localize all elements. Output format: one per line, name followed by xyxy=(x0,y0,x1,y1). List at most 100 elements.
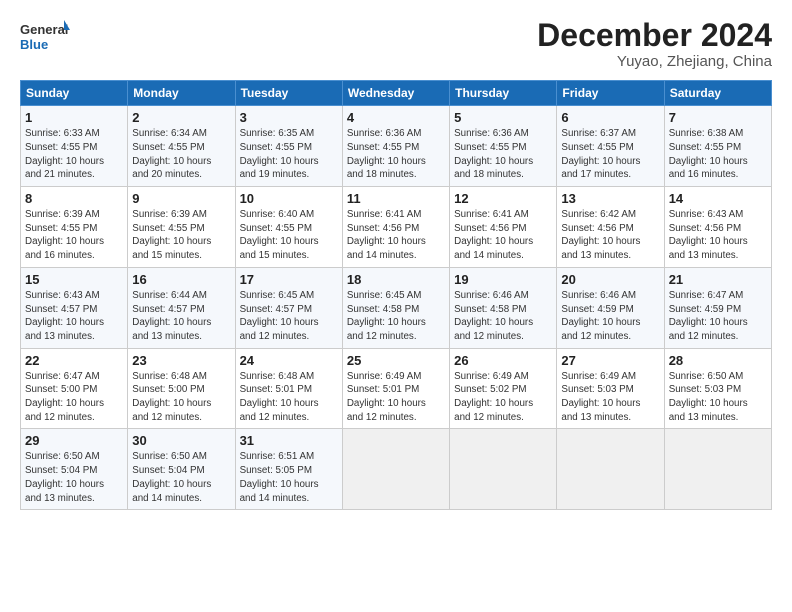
day-info: Sunrise: 6:49 AMSunset: 5:03 PMDaylight:… xyxy=(561,371,640,423)
day-info: Sunrise: 6:38 AMSunset: 4:55 PMDaylight:… xyxy=(669,128,748,180)
header-row: Sunday Monday Tuesday Wednesday Thursday… xyxy=(21,81,772,106)
day-info: Sunrise: 6:44 AMSunset: 4:57 PMDaylight:… xyxy=(132,290,211,342)
col-wednesday: Wednesday xyxy=(342,81,449,106)
day-info: Sunrise: 6:50 AMSunset: 5:04 PMDaylight:… xyxy=(25,451,104,503)
day-number: 26 xyxy=(454,353,552,368)
day-cell: 14 Sunrise: 6:43 AMSunset: 4:56 PMDayligh… xyxy=(664,187,771,268)
day-number: 11 xyxy=(347,191,445,206)
col-tuesday: Tuesday xyxy=(235,81,342,106)
day-info: Sunrise: 6:36 AMSunset: 4:55 PMDaylight:… xyxy=(347,128,426,180)
week-row: 1 Sunrise: 6:33 AMSunset: 4:55 PMDaylight… xyxy=(21,106,772,187)
day-cell: 31 Sunrise: 6:51 AMSunset: 5:05 PMDayligh… xyxy=(235,429,342,510)
day-number: 5 xyxy=(454,110,552,125)
day-info: Sunrise: 6:47 AMSunset: 5:00 PMDaylight:… xyxy=(25,371,104,423)
day-info: Sunrise: 6:41 AMSunset: 4:56 PMDaylight:… xyxy=(347,209,426,261)
day-number: 6 xyxy=(561,110,659,125)
day-cell: 20 Sunrise: 6:46 AMSunset: 4:59 PMDayligh… xyxy=(557,267,664,348)
day-cell xyxy=(450,429,557,510)
day-cell: 12 Sunrise: 6:41 AMSunset: 4:56 PMDayligh… xyxy=(450,187,557,268)
day-number: 29 xyxy=(25,433,123,448)
day-cell: 18Sunrise: 6:45 AMSunset: 4:58 PMDayligh… xyxy=(342,267,449,348)
header: General Blue December 2024 Yuyao, Zhejia… xyxy=(20,18,772,70)
day-info: Sunrise: 6:43 AMSunset: 4:56 PMDaylight:… xyxy=(669,209,748,261)
day-cell: 3 Sunrise: 6:35 AMSunset: 4:55 PMDaylight… xyxy=(235,106,342,187)
week-row: 15 Sunrise: 6:43 AMSunset: 4:57 PMDayligh… xyxy=(21,267,772,348)
day-number: 12 xyxy=(454,191,552,206)
day-number: 8 xyxy=(25,191,123,206)
col-saturday: Saturday xyxy=(664,81,771,106)
day-number: 21 xyxy=(669,272,767,287)
day-cell: 24 Sunrise: 6:48 AMSunset: 5:01 PMDayligh… xyxy=(235,348,342,429)
title-block: December 2024 Yuyao, Zhejiang, China xyxy=(537,18,772,70)
day-cell: 23 Sunrise: 6:48 AMSunset: 5:00 PMDayligh… xyxy=(128,348,235,429)
day-info: Sunrise: 6:49 AMSunset: 5:01 PMDaylight:… xyxy=(347,371,426,423)
day-number: 7 xyxy=(669,110,767,125)
day-info: Sunrise: 6:46 AMSunset: 4:58 PMDaylight:… xyxy=(454,290,533,342)
day-number: 16 xyxy=(132,272,230,287)
col-sunday: Sunday xyxy=(21,81,128,106)
day-cell: 1 Sunrise: 6:33 AMSunset: 4:55 PMDaylight… xyxy=(21,106,128,187)
day-cell xyxy=(557,429,664,510)
day-info: Sunrise: 6:45 AMSunset: 4:57 PMDaylight:… xyxy=(240,290,319,342)
day-cell: 29 Sunrise: 6:50 AMSunset: 5:04 PMDayligh… xyxy=(21,429,128,510)
day-number: 10 xyxy=(240,191,338,206)
day-cell: 26Sunrise: 6:49 AMSunset: 5:02 PMDayligh… xyxy=(450,348,557,429)
day-cell: 4 Sunrise: 6:36 AMSunset: 4:55 PMDaylight… xyxy=(342,106,449,187)
week-row: 8 Sunrise: 6:39 AMSunset: 4:55 PMDaylight… xyxy=(21,187,772,268)
day-cell: 10 Sunrise: 6:40 AMSunset: 4:55 PMDayligh… xyxy=(235,187,342,268)
col-thursday: Thursday xyxy=(450,81,557,106)
day-cell: 25 Sunrise: 6:49 AMSunset: 5:01 PMDayligh… xyxy=(342,348,449,429)
svg-text:General: General xyxy=(20,22,68,37)
day-cell: 6 Sunrise: 6:37 AMSunset: 4:55 PMDaylight… xyxy=(557,106,664,187)
logo: General Blue xyxy=(20,18,70,58)
week-row: 29 Sunrise: 6:50 AMSunset: 5:04 PMDayligh… xyxy=(21,429,772,510)
day-cell: 28 Sunrise: 6:50 AMSunset: 5:03 PMDayligh… xyxy=(664,348,771,429)
day-cell: 22Sunrise: 6:47 AMSunset: 5:00 PMDayligh… xyxy=(21,348,128,429)
logo-svg: General Blue xyxy=(20,18,70,58)
day-cell: 27Sunrise: 6:49 AMSunset: 5:03 PMDayligh… xyxy=(557,348,664,429)
day-cell: 19Sunrise: 6:46 AMSunset: 4:58 PMDayligh… xyxy=(450,267,557,348)
day-cell: 17Sunrise: 6:45 AMSunset: 4:57 PMDayligh… xyxy=(235,267,342,348)
day-cell: 30Sunrise: 6:50 AMSunset: 5:04 PMDayligh… xyxy=(128,429,235,510)
day-cell: 15 Sunrise: 6:43 AMSunset: 4:57 PMDayligh… xyxy=(21,267,128,348)
day-number: 28 xyxy=(669,353,767,368)
day-cell: 8Sunrise: 6:39 AMSunset: 4:55 PMDaylight… xyxy=(21,187,128,268)
day-info: Sunrise: 6:50 AMSunset: 5:03 PMDaylight:… xyxy=(669,371,748,423)
day-number: 3 xyxy=(240,110,338,125)
svg-text:Blue: Blue xyxy=(20,37,48,52)
day-number: 4 xyxy=(347,110,445,125)
day-cell xyxy=(342,429,449,510)
day-cell: 11 Sunrise: 6:41 AMSunset: 4:56 PMDayligh… xyxy=(342,187,449,268)
day-cell: 16 Sunrise: 6:44 AMSunset: 4:57 PMDayligh… xyxy=(128,267,235,348)
day-info: Sunrise: 6:46 AMSunset: 4:59 PMDaylight:… xyxy=(561,290,640,342)
day-cell: 9Sunrise: 6:39 AMSunset: 4:55 PMDaylight… xyxy=(128,187,235,268)
day-number: 15 xyxy=(25,272,123,287)
day-info: Sunrise: 6:51 AMSunset: 5:05 PMDaylight:… xyxy=(240,451,319,503)
day-cell: 7 Sunrise: 6:38 AMSunset: 4:55 PMDaylight… xyxy=(664,106,771,187)
day-cell xyxy=(664,429,771,510)
day-info: Sunrise: 6:43 AMSunset: 4:57 PMDaylight:… xyxy=(25,290,104,342)
day-number: 1 xyxy=(25,110,123,125)
day-number: 24 xyxy=(240,353,338,368)
day-info: Sunrise: 6:50 AMSunset: 5:04 PMDaylight:… xyxy=(132,451,211,503)
day-number: 18 xyxy=(347,272,445,287)
day-number: 20 xyxy=(561,272,659,287)
month-title: December 2024 xyxy=(537,18,772,53)
day-info: Sunrise: 6:48 AMSunset: 5:01 PMDaylight:… xyxy=(240,371,319,423)
day-number: 31 xyxy=(240,433,338,448)
day-info: Sunrise: 6:39 AMSunset: 4:55 PMDaylight:… xyxy=(132,209,211,261)
day-number: 23 xyxy=(132,353,230,368)
day-info: Sunrise: 6:40 AMSunset: 4:55 PMDaylight:… xyxy=(240,209,319,261)
day-info: Sunrise: 6:41 AMSunset: 4:56 PMDaylight:… xyxy=(454,209,533,261)
day-info: Sunrise: 6:48 AMSunset: 5:00 PMDaylight:… xyxy=(132,371,211,423)
day-cell: 5Sunrise: 6:36 AMSunset: 4:55 PMDaylight… xyxy=(450,106,557,187)
day-info: Sunrise: 6:37 AMSunset: 4:55 PMDaylight:… xyxy=(561,128,640,180)
day-cell: 21Sunrise: 6:47 AMSunset: 4:59 PMDayligh… xyxy=(664,267,771,348)
day-info: Sunrise: 6:42 AMSunset: 4:56 PMDaylight:… xyxy=(561,209,640,261)
day-info: Sunrise: 6:34 AMSunset: 4:55 PMDaylight:… xyxy=(132,128,211,180)
day-number: 14 xyxy=(669,191,767,206)
day-number: 25 xyxy=(347,353,445,368)
day-info: Sunrise: 6:33 AMSunset: 4:55 PMDaylight:… xyxy=(25,128,104,180)
calendar-container: General Blue December 2024 Yuyao, Zhejia… xyxy=(0,0,792,520)
day-info: Sunrise: 6:35 AMSunset: 4:55 PMDaylight:… xyxy=(240,128,319,180)
